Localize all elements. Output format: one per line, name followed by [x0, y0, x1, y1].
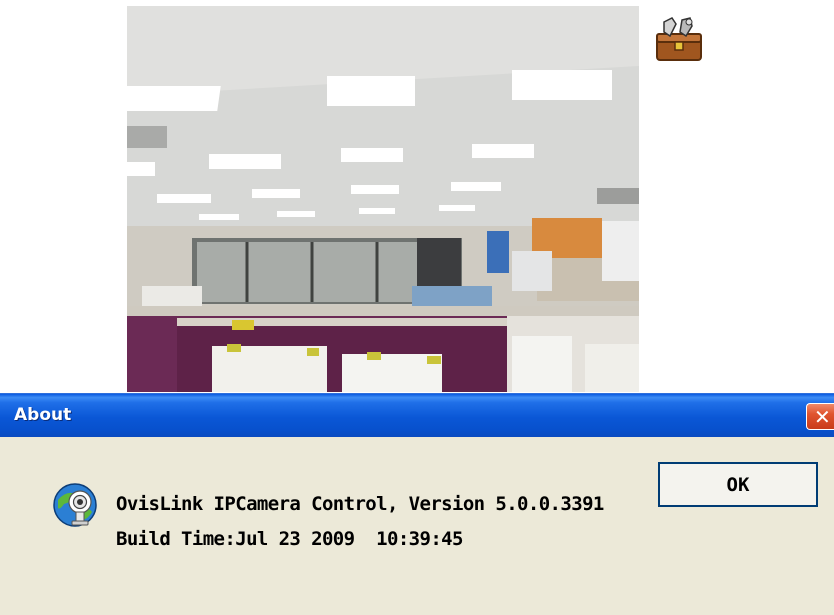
toolbox-icon[interactable] — [654, 16, 704, 64]
app-version-text: OvisLink IPCamera Control, Version 5.0.0… — [116, 493, 604, 515]
camera-globe-icon — [50, 480, 100, 530]
build-time-text: Build Time:Jul 23 2009 10:39:45 — [116, 528, 463, 550]
close-button[interactable]: ✕ — [806, 403, 834, 430]
dialog-titlebar[interactable]: About ✕ — [0, 393, 834, 437]
about-dialog: About ✕ OvisLink IPCamera Control, Versi… — [0, 393, 834, 615]
ok-button[interactable]: OK — [658, 462, 818, 507]
dialog-title: About — [14, 405, 72, 425]
close-icon: ✕ — [814, 405, 831, 429]
camera-live-view — [127, 6, 639, 392]
